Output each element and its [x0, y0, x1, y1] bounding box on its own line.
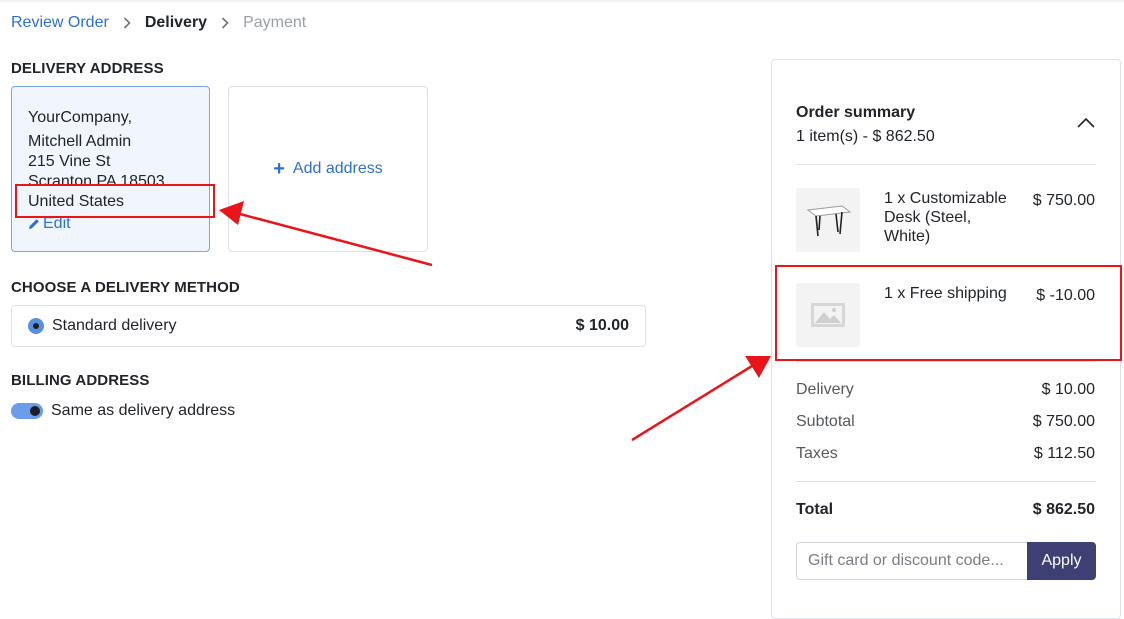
- top-border: [0, 0, 1124, 2]
- order-summary-subtitle: 1 item(s) - $ 862.50: [796, 128, 935, 145]
- breadcrumb-review-order[interactable]: Review Order: [11, 14, 109, 32]
- breadcrumb-delivery: Delivery: [144, 14, 208, 31]
- divider: [796, 361, 1096, 362]
- discount-code-input[interactable]: [796, 542, 1027, 580]
- subtotal-row-value: $ 750.00: [1032, 413, 1095, 430]
- chevron-right-icon: [221, 17, 229, 29]
- delivery-option-label: Standard delivery: [52, 317, 177, 334]
- taxes-row-label: Taxes: [796, 445, 838, 462]
- same-as-delivery-toggle[interactable]: [11, 403, 43, 419]
- breadcrumb-payment: Payment: [243, 14, 307, 31]
- address-street: 215 Vine St: [28, 153, 111, 170]
- order-item-price: $ 750.00: [1032, 192, 1095, 209]
- billing-address-title: BILLING ADDRESS: [11, 372, 150, 389]
- delivery-option-price: $ 10.00: [575, 317, 629, 334]
- chevron-up-icon[interactable]: [1076, 116, 1096, 134]
- annotation-arrow-line: [631, 364, 753, 442]
- address-company-name: YourCompany, Mitchell Admin: [28, 106, 132, 154]
- order-item-name: 1 x Customizable Desk (Steel, White): [884, 190, 1007, 245]
- divider: [796, 481, 1096, 482]
- order-summary-title: Order summary: [796, 104, 916, 121]
- delivery-option-standard[interactable]: Standard delivery $ 10.00: [11, 305, 646, 347]
- add-address-card[interactable]: + Add address: [228, 86, 428, 252]
- delivery-method-title: CHOOSE A DELIVERY METHOD: [11, 279, 240, 296]
- discount-form: Apply: [796, 542, 1096, 580]
- desk-image: [796, 188, 860, 252]
- plus-icon: +: [273, 158, 285, 180]
- pencil-icon: [28, 218, 40, 230]
- annotation-arrowhead: [745, 356, 771, 378]
- address-card-selected[interactable]: YourCompany, Mitchell Admin 215 Vine St …: [11, 86, 210, 252]
- total-value: $ 862.50: [1032, 501, 1095, 518]
- delivery-address-title: DELIVERY ADDRESS: [11, 60, 164, 77]
- breadcrumb: Review Order Delivery Payment: [11, 12, 306, 34]
- taxes-row-value: $ 112.50: [1033, 445, 1095, 462]
- total-label: Total: [796, 501, 834, 518]
- apply-button[interactable]: Apply: [1027, 542, 1096, 580]
- address-company: YourCompany,: [28, 109, 133, 126]
- annotation-box-country: [15, 184, 215, 218]
- chevron-right-icon: [123, 17, 131, 29]
- annotation-box-free-shipping: [775, 265, 1122, 361]
- delivery-row-value: $ 10.00: [1041, 381, 1095, 398]
- divider: [796, 164, 1096, 165]
- add-address-label: Add address: [292, 160, 383, 177]
- address-contact-name: Mitchell Admin: [28, 133, 132, 150]
- same-as-delivery-label: Same as delivery address: [51, 402, 236, 419]
- delivery-row-label: Delivery: [796, 381, 854, 398]
- delivery-option-radio[interactable]: [28, 318, 44, 334]
- subtotal-row-label: Subtotal: [796, 413, 855, 430]
